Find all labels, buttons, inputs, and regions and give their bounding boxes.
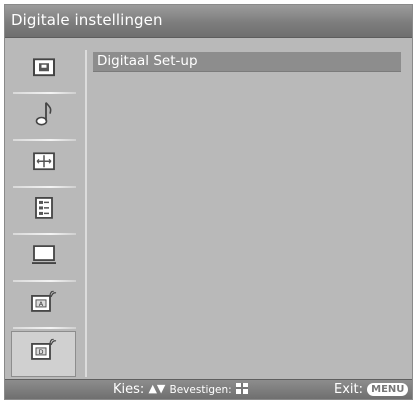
svg-text:D: D [38, 348, 43, 356]
sidebar-divider [85, 50, 87, 377]
sidebar-item-analog[interactable]: A [11, 283, 76, 329]
sidebar-item-setup[interactable] [11, 189, 76, 235]
picture-icon [32, 58, 55, 80]
exit-hint-label: Exit: [334, 382, 363, 397]
digital-settings-icon: D [30, 338, 57, 365]
page-title: Digitale instellingen [11, 11, 163, 29]
select-hint-label: Kies: [113, 382, 145, 397]
footer-bar: Kies: ▲▼ Bevestigen: Exit: MENU [5, 379, 412, 399]
confirm-hint-label: Bevestigen: [169, 384, 232, 396]
menu-content: Digitaal Set-up [93, 52, 402, 374]
navigation-hint: Kies: ▲▼ Bevestigen: [113, 382, 248, 397]
sidebar-item-monitor[interactable] [11, 236, 76, 282]
exit-hint: Exit: MENU [334, 382, 409, 397]
sidebar: A D [11, 48, 76, 377]
sidebar-item-picture[interactable] [11, 48, 76, 94]
music-note-icon [35, 101, 53, 131]
svg-text:A: A [38, 300, 43, 308]
setup-list-icon [34, 197, 53, 223]
sidebar-item-screen[interactable] [11, 142, 76, 188]
menu-item-label: Digitaal Set-up [97, 53, 198, 69]
analog-settings-icon: A [30, 290, 57, 317]
arrow-up-icon: ▲ [148, 382, 157, 395]
sidebar-item-sound[interactable] [11, 95, 76, 141]
menu-key-badge[interactable]: MENU [367, 383, 409, 396]
arrow-down-icon: ▼ [156, 382, 166, 395]
enter-key-icon [235, 383, 248, 394]
screen-adjust-icon [32, 152, 55, 174]
sidebar-item-digital[interactable]: D [11, 331, 76, 377]
monitor-icon [31, 245, 56, 269]
title-bar: Digitale instellingen [5, 5, 412, 38]
menu-item-digital-setup[interactable]: Digitaal Set-up [93, 52, 401, 72]
settings-window: Digitale instellingen A D Digitaal Set-u… [4, 4, 413, 400]
